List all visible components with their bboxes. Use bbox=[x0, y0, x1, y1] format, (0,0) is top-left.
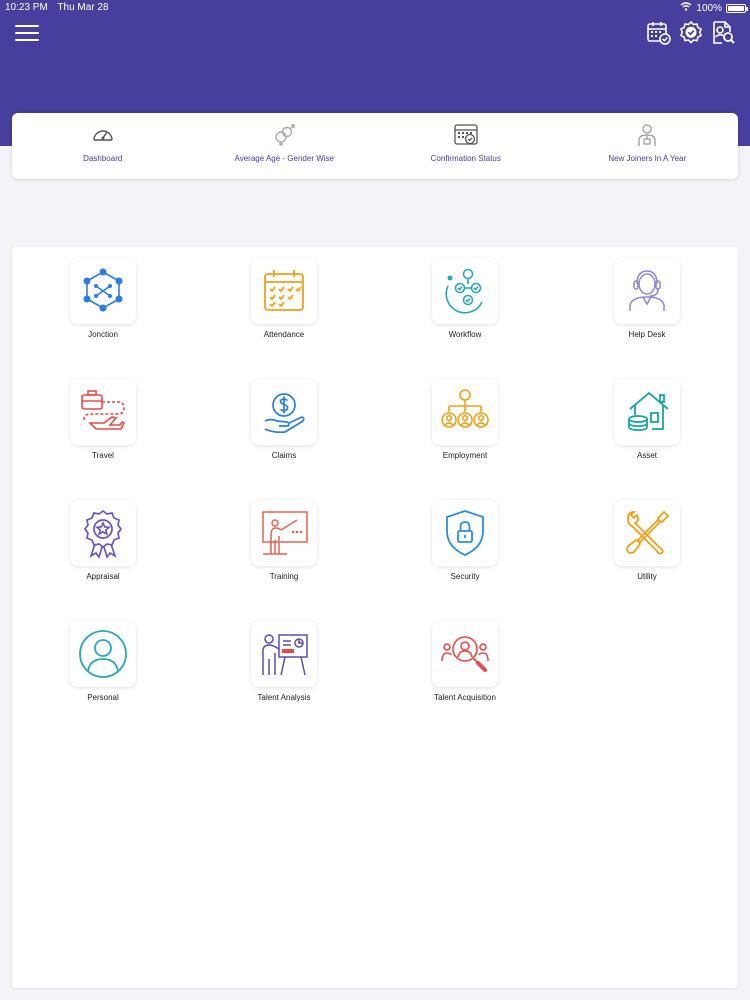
verified-badge-icon[interactable] bbox=[678, 20, 704, 46]
module-talent-acquisition[interactable]: Talent Acquisition bbox=[410, 621, 520, 702]
tab-confirmation-status[interactable]: Confirmation Status bbox=[375, 113, 557, 179]
search-people-icon bbox=[441, 636, 489, 672]
hamburger-menu-icon[interactable] bbox=[15, 25, 39, 43]
speedometer-icon bbox=[93, 130, 113, 141]
module-talent-analysis[interactable]: Talent Analysis bbox=[229, 621, 339, 702]
module-label: Jonction bbox=[88, 330, 118, 339]
tab-dashboard[interactable]: Dashboard bbox=[12, 113, 194, 179]
tab-label: Dashboard bbox=[83, 154, 123, 163]
status-bar: 10:23 PM Thu Mar 28 100% bbox=[0, 0, 750, 16]
module-label: Travel bbox=[92, 451, 114, 460]
module-label: Help Desk bbox=[628, 330, 666, 339]
calendar-check-icon bbox=[454, 124, 478, 145]
travel-icon bbox=[81, 390, 126, 430]
calendar-icon bbox=[264, 270, 304, 311]
workflow-icon bbox=[445, 268, 483, 314]
calendar-check-icon[interactable] bbox=[646, 20, 672, 46]
tools-icon bbox=[626, 510, 670, 555]
document-search-icon[interactable] bbox=[710, 20, 736, 46]
presentation-chart-icon bbox=[262, 634, 308, 676]
tab-new-joiners[interactable]: New Joiners In A Year bbox=[557, 113, 739, 179]
module-label: Utility bbox=[637, 572, 657, 581]
module-label: Claims bbox=[271, 451, 297, 460]
module-label: Asset bbox=[636, 451, 657, 460]
network-people-icon bbox=[83, 268, 123, 312]
status-time: 10:23 PM bbox=[5, 2, 48, 13]
module-label: Security bbox=[450, 572, 480, 581]
module-label: Appraisal bbox=[86, 572, 120, 581]
module-claims[interactable]: Claims bbox=[229, 379, 339, 460]
module-security[interactable]: Security bbox=[410, 500, 520, 581]
tab-average-age-gender[interactable]: Average Age - Gender Wise bbox=[194, 113, 376, 179]
module-workflow[interactable]: Workflow bbox=[410, 258, 520, 339]
house-coins-icon bbox=[628, 391, 669, 431]
report-tabs: Dashboard Average Age - Gender Wise Conf… bbox=[12, 113, 738, 179]
module-training[interactable]: Training bbox=[229, 500, 339, 581]
module-label: Employment bbox=[442, 451, 488, 460]
gender-icon bbox=[275, 124, 295, 146]
presenter-board-icon bbox=[262, 511, 308, 555]
person-circle-icon bbox=[79, 630, 127, 678]
tab-label: Average Age - Gender Wise bbox=[234, 154, 334, 163]
module-asset[interactable]: Asset bbox=[592, 379, 702, 460]
status-date: Thu Mar 28 bbox=[57, 2, 109, 13]
battery-icon bbox=[726, 3, 748, 13]
module-label: Training bbox=[269, 572, 299, 581]
dollar-hand-icon bbox=[264, 393, 305, 434]
shield-lock-icon bbox=[446, 510, 484, 556]
battery-percent: 100% bbox=[696, 2, 722, 14]
tab-label: Confirmation Status bbox=[430, 154, 501, 163]
module-appraisal[interactable]: Appraisal bbox=[48, 500, 158, 581]
module-jonction[interactable]: Jonction bbox=[48, 258, 158, 339]
module-label: Attendance bbox=[263, 330, 305, 339]
award-badge-icon bbox=[83, 509, 123, 559]
module-label: Workflow bbox=[448, 330, 482, 339]
new-joiner-icon bbox=[638, 124, 656, 146]
module-label: Personal bbox=[87, 693, 119, 702]
module-help-desk[interactable]: Help Desk bbox=[592, 258, 702, 339]
module-label: Talent Acquisition bbox=[434, 693, 496, 702]
org-chart-icon bbox=[441, 389, 489, 428]
tab-label: New Joiners In A Year bbox=[608, 154, 687, 163]
module-employment[interactable]: Employment bbox=[410, 379, 520, 460]
wifi-icon bbox=[680, 2, 692, 14]
module-utility[interactable]: Utility bbox=[592, 500, 702, 581]
module-attendance[interactable]: Attendance bbox=[229, 258, 339, 339]
support-agent-icon bbox=[629, 270, 665, 311]
module-personal[interactable]: Personal bbox=[48, 621, 158, 702]
module-travel[interactable]: Travel bbox=[48, 379, 158, 460]
modules-grid: Jonction Attendance Workflow Help Desk T… bbox=[12, 247, 738, 988]
module-label: Talent Analysis bbox=[257, 693, 311, 702]
